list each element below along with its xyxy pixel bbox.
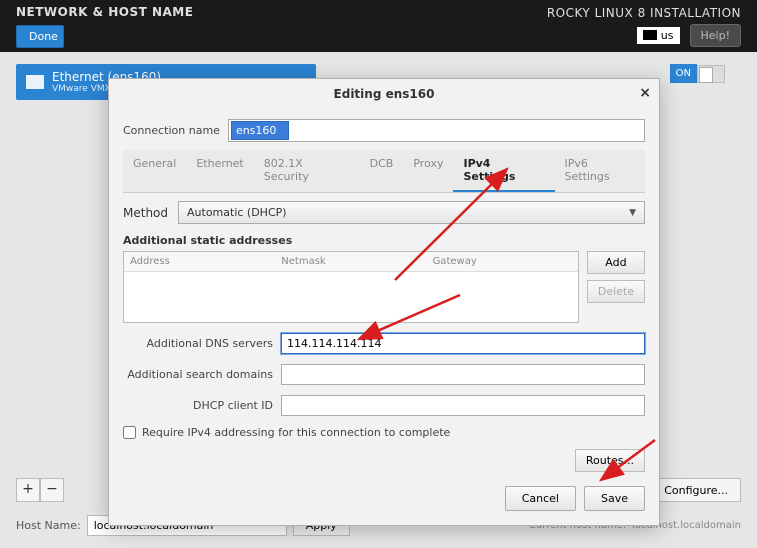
add-device-button[interactable]: + [16,478,40,502]
remove-device-button[interactable]: − [40,478,64,502]
tab-ethernet[interactable]: Ethernet [186,150,253,192]
col-gateway: Gateway [427,252,578,271]
method-label: Method [123,206,168,220]
dhcp-client-id-input[interactable] [281,395,645,416]
search-domains-label: Additional search domains [123,368,273,381]
help-button[interactable]: Help! [690,24,742,47]
keyboard-layout: us [661,29,674,42]
close-icon[interactable]: × [639,85,651,101]
keyboard-indicator[interactable]: us [637,27,680,44]
col-address: Address [124,252,275,271]
dns-label: Additional DNS servers [123,337,273,350]
routes-button[interactable]: Routes... [575,449,645,472]
add-address-button[interactable]: Add [587,251,645,274]
addresses-label: Additional static addresses [123,234,645,247]
installer-title: ROCKY LINUX 8 INSTALLATION [547,6,741,20]
dialog-title-bar: Editing ens160 × [109,79,659,109]
dialog-title: Editing ens160 [334,87,435,101]
configure-button[interactable]: Configure... [651,478,741,502]
done-button[interactable]: Done [16,25,64,48]
toggle-switch[interactable] [697,65,725,83]
tab-ipv6[interactable]: IPv6 Settings [555,150,646,192]
require-ipv4-checkbox[interactable] [123,426,136,439]
addresses-table[interactable]: Address Netmask Gateway [123,251,579,323]
keyboard-icon [643,30,657,40]
cancel-button[interactable]: Cancel [505,486,576,511]
toggle-label: ON [670,64,697,83]
ethernet-icon [26,75,44,89]
dhcp-client-id-label: DHCP client ID [123,399,273,412]
col-netmask: Netmask [275,252,426,271]
edit-connection-dialog: Editing ens160 × Connection name General… [108,78,660,526]
search-domains-input[interactable] [281,364,645,385]
tab-general[interactable]: General [123,150,186,192]
page-title: NETWORK & HOST NAME [16,5,193,19]
method-select[interactable]: Automatic (DHCP) ▼ [178,201,645,224]
connection-name-label: Connection name [123,124,220,137]
hostname-label: Host Name: [16,519,81,532]
tab-dcb[interactable]: DCB [360,150,404,192]
connection-name-input[interactable] [231,121,289,140]
method-value: Automatic (DHCP) [187,206,287,219]
connection-toggle[interactable]: ON [670,64,725,83]
delete-address-button[interactable]: Delete [587,280,645,303]
tab-bar: General Ethernet 802.1X Security DCB Pro… [123,150,645,193]
dns-input[interactable] [281,333,645,354]
chevron-down-icon: ▼ [629,208,636,218]
tab-proxy[interactable]: Proxy [403,150,453,192]
save-button[interactable]: Save [584,486,645,511]
tab-8021x[interactable]: 802.1X Security [254,150,360,192]
top-bar: NETWORK & HOST NAME Done ROCKY LINUX 8 I… [0,0,757,52]
tab-ipv4[interactable]: IPv4 Settings [453,150,554,192]
require-ipv4-label: Require IPv4 addressing for this connect… [142,426,450,439]
connection-name-input-wrap[interactable] [228,119,645,142]
